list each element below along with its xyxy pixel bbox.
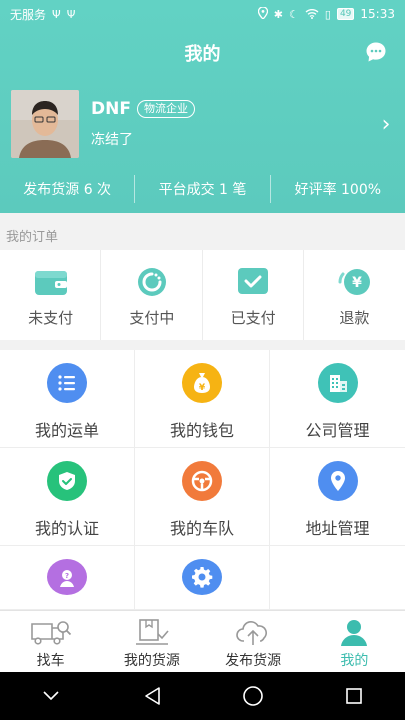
menu-certification[interactable]: 我的认证 xyxy=(0,448,135,546)
user-type-tag: 物流企业 xyxy=(136,100,195,118)
status-bar: 无服务 Ψ Ψ ✱ ☾ ▯ 49 15:33 xyxy=(0,0,405,28)
menu-label: 我的钱包 xyxy=(169,421,234,440)
order-label: 退款 xyxy=(339,309,370,327)
cloud-upload-icon xyxy=(231,617,275,647)
account-status: 冻结了 xyxy=(91,132,133,148)
tab-label: 我的货源 xyxy=(123,653,180,669)
user-name: DNF xyxy=(91,99,131,119)
sim-icon: ▯ xyxy=(324,7,331,21)
tab-find-truck[interactable]: 找车 xyxy=(0,611,101,672)
usb-icon: Ψ xyxy=(52,7,61,21)
recents-icon[interactable] xyxy=(334,681,374,711)
svg-text:?: ? xyxy=(65,572,69,580)
wifi-icon xyxy=(305,8,319,21)
menu-fleet[interactable]: 我的车队 xyxy=(135,448,270,546)
list-icon xyxy=(47,363,87,403)
profile-card[interactable]: DNF 物流企业 冻结了 › xyxy=(0,86,405,162)
user-icon xyxy=(332,617,376,647)
tab-label: 发布货源 xyxy=(225,653,282,669)
clock-time: 15:33 xyxy=(360,7,395,21)
battery-icon: 49 xyxy=(336,8,355,20)
menu-waybills[interactable]: 我的运单 xyxy=(0,350,135,448)
steering-wheel-icon xyxy=(182,461,222,501)
chevron-right-icon[interactable]: › xyxy=(375,112,397,137)
menu-label: 我的认证 xyxy=(34,519,99,538)
avatar[interactable] xyxy=(11,90,79,158)
orders-row: 未支付 支付中 已支付 ¥ 退款 xyxy=(0,250,405,340)
carrier-label: 无服务 xyxy=(10,7,47,22)
stat-rating[interactable]: 好评率 100% xyxy=(271,179,405,199)
orders-section-title: 我的订单 xyxy=(6,230,59,245)
stat-deals[interactable]: 平台成交 1 笔 xyxy=(135,179,269,199)
menu-company[interactable]: 公司管理 xyxy=(270,350,405,448)
bottom-tab-bar: 找车 我的货源 发布货源 我的 xyxy=(0,610,405,672)
menu-settings[interactable] xyxy=(135,546,270,610)
order-paid[interactable]: 已支付 xyxy=(203,250,305,340)
tab-label: 我的 xyxy=(340,653,369,669)
refund-icon: ¥ xyxy=(336,266,372,298)
cargo-icon xyxy=(130,617,174,647)
menu-label: 我的车队 xyxy=(169,519,234,538)
menu-label: 地址管理 xyxy=(305,519,370,538)
stat-published[interactable]: 发布货源 6 次 xyxy=(0,179,134,199)
location-icon xyxy=(257,6,268,21)
building-icon xyxy=(317,363,358,403)
chevron-down-icon[interactable] xyxy=(31,681,71,711)
home-icon[interactable] xyxy=(233,681,273,711)
menu-empty-cell xyxy=(270,546,405,610)
menu-support[interactable]: ? xyxy=(0,546,135,610)
stats-row: 发布货源 6 次 平台成交 1 笔 好评率 100% xyxy=(0,172,405,206)
menu-label: 公司管理 xyxy=(305,421,370,440)
check-icon xyxy=(235,266,271,298)
order-label: 已支付 xyxy=(230,309,276,327)
profile-header: 无服务 Ψ Ψ ✱ ☾ ▯ 49 15:33 我的 DNF 物流企业 冻结了 ›… xyxy=(0,0,405,213)
svg-text:¥: ¥ xyxy=(199,383,206,393)
wallet-icon xyxy=(33,266,69,298)
tab-mine[interactable]: 我的 xyxy=(304,611,405,672)
order-label: 支付中 xyxy=(129,309,175,327)
location-pin-icon xyxy=(317,461,358,501)
system-nav-bar xyxy=(0,672,405,720)
money-bag-icon: ¥ xyxy=(182,363,222,403)
feature-grid: 我的运单 ¥ 我的钱包 公司管理 我的认证 我的车队 地址管理 ? xyxy=(0,350,405,610)
shield-check-icon xyxy=(47,461,87,501)
loading-icon xyxy=(134,266,170,298)
usb-debug-icon: Ψ xyxy=(66,7,76,21)
svg-text:¥: ¥ xyxy=(353,275,363,291)
page-title: 我的 xyxy=(184,44,221,65)
order-paying[interactable]: 支付中 xyxy=(101,250,203,340)
back-icon[interactable] xyxy=(132,681,172,711)
menu-address[interactable]: 地址管理 xyxy=(270,448,405,546)
truck-search-icon xyxy=(29,617,73,647)
order-unpaid[interactable]: 未支付 xyxy=(0,250,102,340)
order-refund[interactable]: ¥ 退款 xyxy=(304,250,405,340)
menu-wallet[interactable]: ¥ 我的钱包 xyxy=(135,350,270,448)
tab-publish-cargo[interactable]: 发布货源 xyxy=(203,611,304,672)
moon-icon: ☾ xyxy=(289,7,299,21)
tab-my-cargo[interactable]: 我的货源 xyxy=(101,611,202,672)
message-icon[interactable] xyxy=(365,41,387,63)
support-agent-icon: ? xyxy=(47,559,87,595)
order-label: 未支付 xyxy=(28,309,74,327)
gear-icon xyxy=(182,559,222,595)
tab-label: 找车 xyxy=(36,653,65,669)
bluetooth-icon: ✱ xyxy=(273,7,284,21)
menu-label: 我的运单 xyxy=(34,421,99,440)
